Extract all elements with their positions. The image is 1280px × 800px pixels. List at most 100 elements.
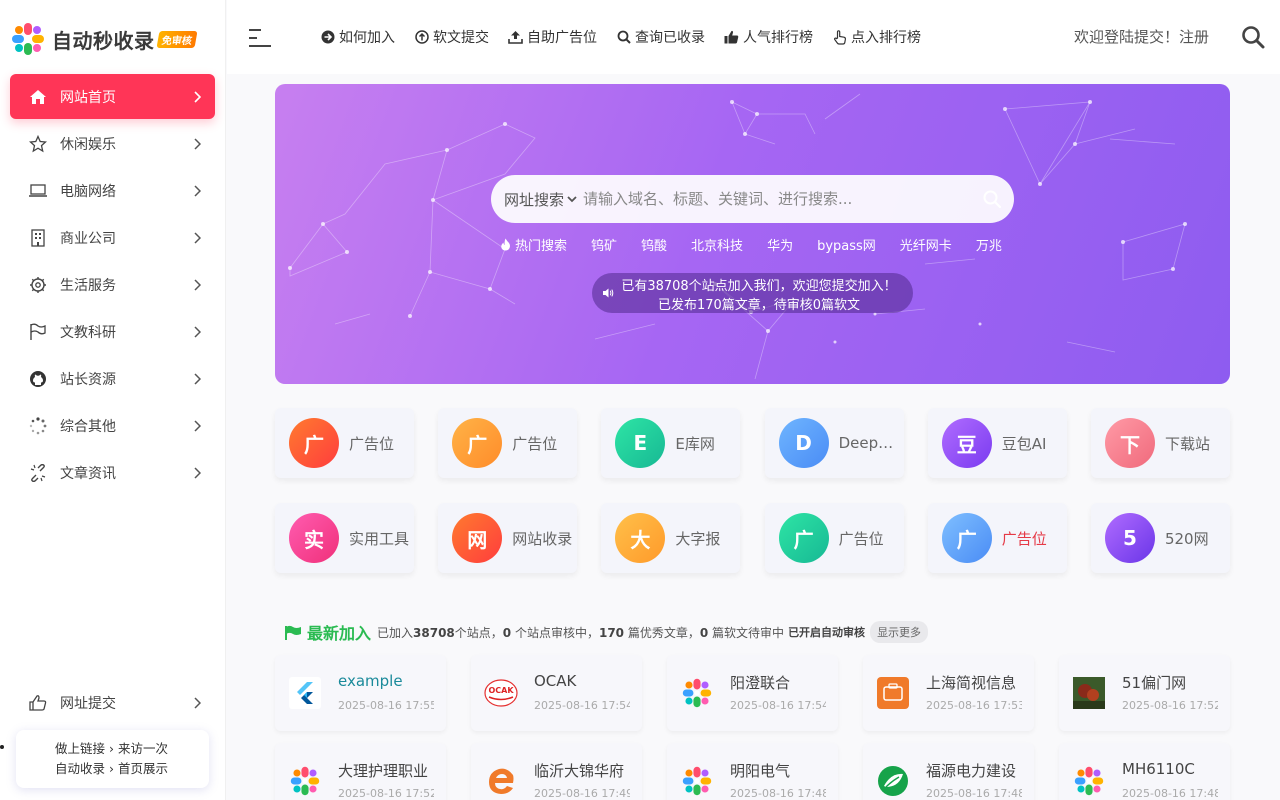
- show-more-button[interactable]: 显示更多: [870, 621, 929, 643]
- latest-title: 最新加入: [307, 624, 372, 643]
- pending-count: 0: [502, 625, 512, 640]
- sidebar-item-home[interactable]: 网站首页: [10, 74, 215, 119]
- hot-tag[interactable]: 万兆: [976, 235, 1002, 254]
- card-avatar: E: [615, 418, 666, 468]
- search-input[interactable]: [583, 190, 964, 208]
- sidebar-item-label: 生活服务: [60, 277, 116, 294]
- site-search-bar: 网址搜索: [491, 175, 1014, 223]
- login-register-link[interactable]: 欢迎登陆提交！注册: [1074, 26, 1209, 47]
- chevron-down-icon: [567, 195, 577, 202]
- site-name: 大理护理职业: [338, 762, 429, 780]
- notice-line-1: 已有38708个站点加入我们，欢迎您提交加入！: [621, 279, 897, 294]
- featured-card[interactable]: 实实用工具: [275, 503, 414, 573]
- promo-line-2: 自动收录 › 首页展示: [55, 761, 168, 776]
- topnav-how-to-join[interactable]: 如何加入: [320, 27, 395, 47]
- site-card[interactable]: MH6110C 2025-08-16 17:48:1: [1059, 743, 1230, 800]
- featured-card[interactable]: 广广告位: [927, 503, 1067, 573]
- site-card[interactable]: 51偏门网 2025-08-16 17:52:3: [1059, 655, 1230, 731]
- hot-tag[interactable]: bypass网: [817, 235, 876, 254]
- hot-tag[interactable]: 华为: [767, 235, 793, 254]
- chevron-right-icon: [191, 325, 203, 338]
- hot-search-title: 热门搜索: [500, 235, 567, 254]
- site-card[interactable]: 福源电力建设 2025-08-16 17:48:: [863, 743, 1034, 800]
- sidebar-item-articles[interactable]: 文章资讯: [10, 450, 215, 495]
- sidebar-item-label: 网址提交: [60, 695, 116, 712]
- chevron-right-icon: [191, 137, 203, 150]
- sidebar-item-label: 休闲娱乐: [60, 136, 116, 153]
- featured-card[interactable]: 5 520网: [1090, 503, 1230, 573]
- hot-tag[interactable]: 钨酸: [641, 235, 667, 254]
- site-row: example 2025-08-16 17:55: OCAK OCAK 2025-08-…: [275, 655, 1230, 731]
- sidebar-item-life[interactable]: 生活服务: [10, 262, 215, 307]
- photo-thumb-icon: [1072, 676, 1106, 710]
- search-type-select[interactable]: 网址搜索: [504, 189, 577, 210]
- featured-cards: 广广告位广广告位EE库网DDeepSeek豆豆包AI下下载站实实用工具网网站收录…: [275, 408, 1230, 598]
- topnav-popularity-rank[interactable]: 人气排行榜: [724, 27, 813, 47]
- featured-card[interactable]: 下下载站: [1090, 408, 1230, 478]
- site-card[interactable]: OCAK OCAK 2025-08-16 17:54:2: [471, 655, 642, 731]
- search-icon[interactable]: [982, 189, 1002, 209]
- site-date: 2025-08-16 17:54:2: [534, 699, 630, 712]
- card-avatar: 广: [941, 513, 992, 563]
- site-card[interactable]: example 2025-08-16 17:55:: [275, 655, 446, 731]
- featured-card[interactable]: D DeepSeek: [764, 408, 904, 478]
- featured-card[interactable]: 广广告位: [764, 503, 904, 573]
- chevron-right-icon: [191, 184, 203, 197]
- flower-logo-icon: [12, 23, 44, 55]
- stats-text: 个站点审核中，: [511, 625, 599, 640]
- article-count: 170: [598, 625, 625, 640]
- sidebar-item-other[interactable]: 综合其他: [10, 403, 215, 448]
- chevron-right-icon: [191, 372, 203, 385]
- card-label: 网站收录: [512, 529, 573, 548]
- site-card[interactable]: 明阳电气 2025-08-16 17:48:: [667, 743, 838, 800]
- e-logo-icon: [484, 764, 518, 798]
- sidebar-item-business[interactable]: 商业公司: [10, 215, 215, 260]
- brand-logo[interactable]: 自动秒收录 免审核: [10, 20, 197, 58]
- brand-badge: 免审核: [156, 30, 197, 48]
- featured-card[interactable]: 广广告位: [275, 408, 414, 478]
- site-card[interactable]: 大理护理职业 2025-08-16 17:52:1: [275, 743, 446, 800]
- sidebar-item-leisure[interactable]: 休闲娱乐: [10, 121, 215, 166]
- promo-card[interactable]: 做上链接 › 来访一次 自动收录 › 首页展示: [16, 730, 209, 788]
- featured-card[interactable]: 豆豆包AI: [927, 408, 1067, 478]
- building-icon: [28, 228, 48, 248]
- topnav-ad-slot[interactable]: 自助广告位: [508, 27, 597, 47]
- card-label: DeepSeek: [838, 434, 901, 452]
- card-row: 广广告位广广告位 EE库网 D DeepSeek 豆豆包AI 下下载站: [275, 408, 1230, 478]
- site-card[interactable]: 临沂大锦华府 2025-08-16 17:49:: [471, 743, 642, 800]
- sidebar-item-submit[interactable]: 网址提交: [10, 680, 215, 725]
- topnav-article-submit[interactable]: 软文提交: [414, 27, 489, 47]
- menu-toggle-icon[interactable]: [249, 29, 271, 47]
- site-card[interactable]: 阳澄联合 2025-08-16 17:54:0: [667, 655, 838, 731]
- flag-icon: [28, 322, 48, 342]
- list-bullet: [0, 745, 4, 749]
- featured-card[interactable]: E E库网: [601, 408, 741, 478]
- card-avatar: 豆: [941, 418, 992, 468]
- hot-tag[interactable]: 光纤网卡: [900, 235, 952, 254]
- chevron-right-icon: [191, 419, 203, 432]
- featured-card[interactable]: 大大字报: [601, 503, 741, 573]
- site-card[interactable]: 上海简视信息 2025-08-16 17:53:4: [863, 655, 1034, 731]
- topnav-click-rank[interactable]: 点入排行榜: [832, 27, 921, 47]
- topnav-query-indexed[interactable]: 查询已收录: [616, 27, 705, 47]
- hot-tag[interactable]: 钨矿: [591, 235, 617, 254]
- topnav-label: 点入排行榜: [851, 30, 921, 46]
- stats-text: 篇优秀文章，: [624, 625, 700, 640]
- card-avatar: D: [778, 418, 829, 468]
- sidebar-item-label: 综合其他: [60, 418, 116, 435]
- featured-card[interactable]: 网网站收录: [438, 503, 578, 573]
- sidebar-item-computer[interactable]: 电脑网络: [10, 168, 215, 213]
- sidebar-item-label: 文章资讯: [60, 465, 116, 482]
- site-date: 2025-08-16 17:48:: [926, 787, 1022, 800]
- sidebar-item-education[interactable]: 文教科研: [10, 309, 215, 354]
- featured-card[interactable]: 广广告位: [438, 408, 578, 478]
- brand-name: 自动秒收录: [52, 28, 155, 53]
- card-label: 广告位: [512, 434, 558, 453]
- thumbs-up-icon: [724, 30, 739, 45]
- search-icon[interactable]: [1241, 25, 1265, 49]
- spinner-icon: [28, 416, 48, 436]
- sidebar-item-webmaster[interactable]: 站长资源: [10, 356, 215, 401]
- site-name: example: [338, 672, 403, 690]
- hot-tag[interactable]: 北京科技: [691, 235, 743, 254]
- unlink-icon: [28, 463, 48, 483]
